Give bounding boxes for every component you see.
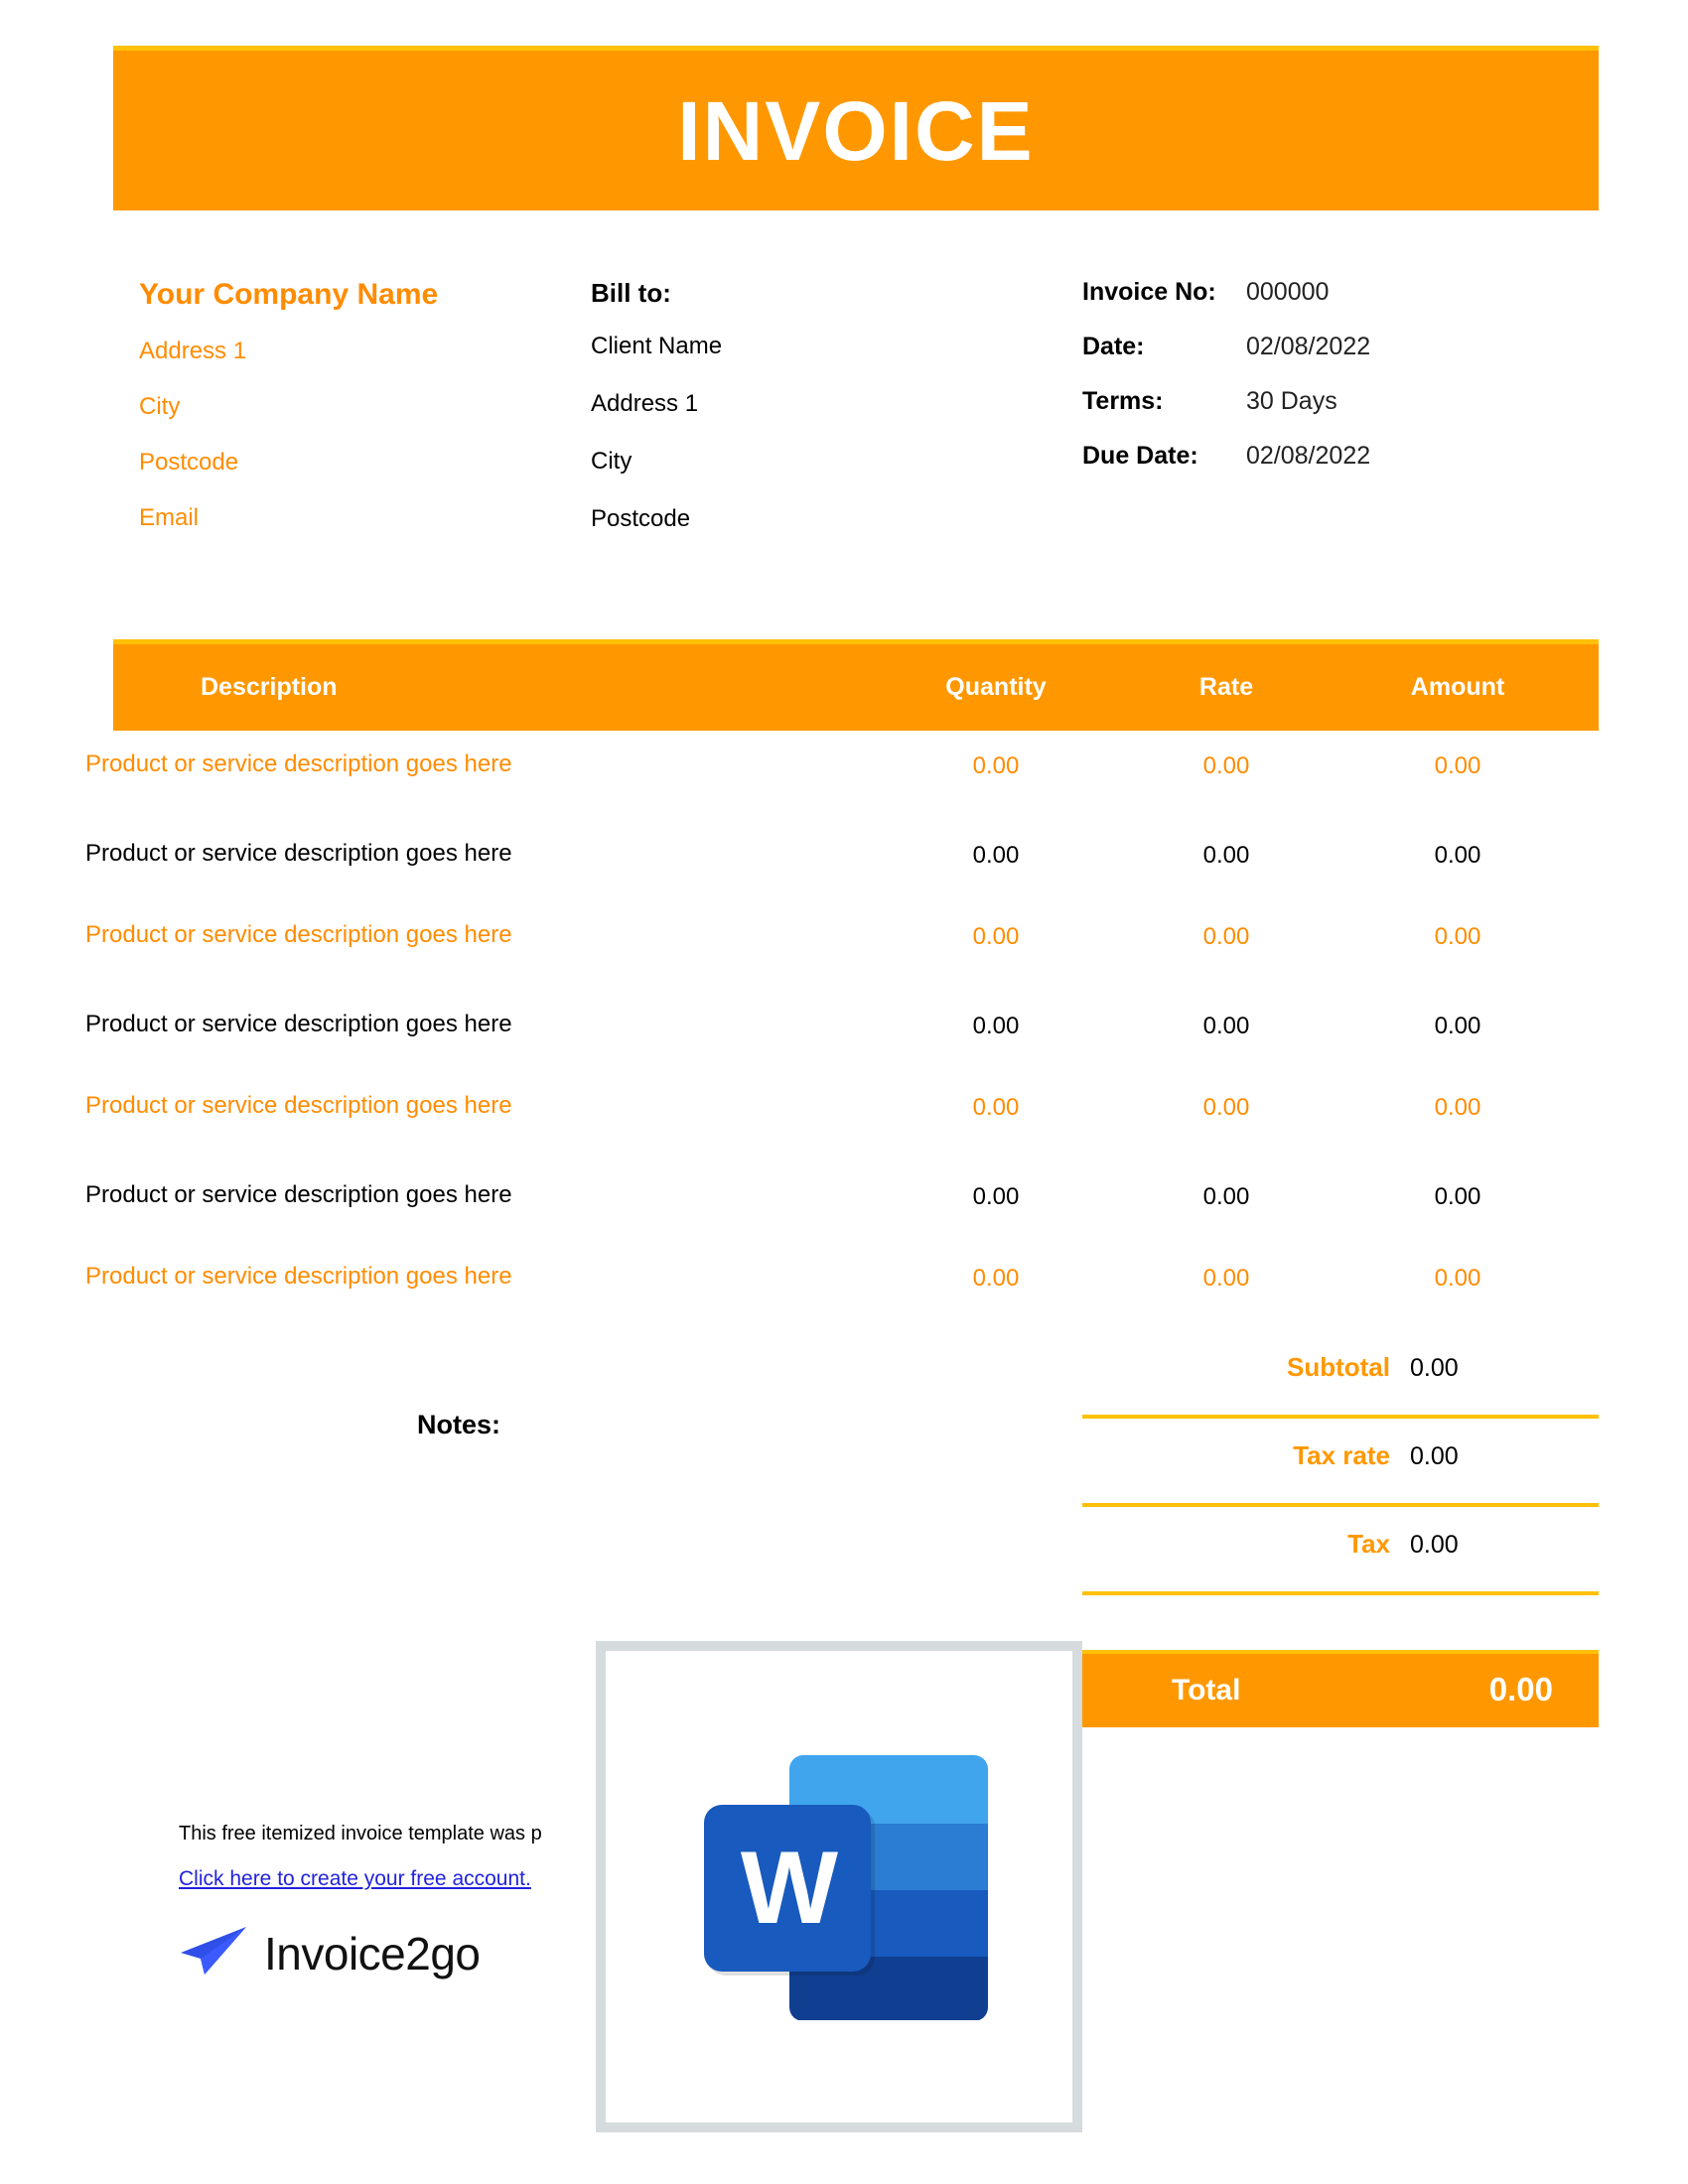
- word-document-overlay-card[interactable]: W: [596, 1641, 1082, 2132]
- cell-quantity: 0.00: [972, 1094, 1020, 1121]
- paper-plane-icon: [179, 1925, 250, 1981]
- cell-description: Product or service description goes here: [85, 840, 512, 867]
- footer-text: This free itemized invoice template was …: [179, 1823, 542, 1844]
- totals-row-tax: Tax 0.00: [1082, 1507, 1599, 1595]
- tax-rate-value: 0.00: [1410, 1442, 1459, 1470]
- company-address-1: Address 1: [139, 338, 247, 364]
- due-date-label: Due Date:: [1082, 442, 1198, 470]
- column-header-description: Description: [201, 673, 338, 701]
- cell-amount: 0.00: [1434, 1183, 1481, 1210]
- due-date-value: 02/08/2022: [1246, 442, 1371, 470]
- table-row: Product or service description goes here…: [85, 816, 1599, 901]
- tax-rate-label: Tax rate: [1293, 1440, 1390, 1470]
- word-letter: W: [740, 1830, 838, 1946]
- cell-rate: 0.00: [1202, 1183, 1250, 1210]
- meta-row-invoice-no: Invoice No: 000000: [1082, 278, 1599, 307]
- client-postcode: Postcode: [591, 505, 691, 532]
- company-block: Your Company Name Address 1 City Postcod…: [139, 278, 556, 560]
- table-header-row: Description Quantity Rate Amount: [113, 639, 1599, 731]
- cell-rate: 0.00: [1202, 842, 1250, 869]
- table-row: Product or service description goes here…: [85, 1072, 1599, 1158]
- date-label: Date:: [1082, 333, 1145, 360]
- table-row: Product or service description goes here…: [85, 901, 1599, 987]
- invoice-page: INVOICE Your Company Name Address 1 City…: [0, 0, 1688, 2184]
- invoice-no-label: Invoice No:: [1082, 278, 1216, 306]
- divider: [1082, 1591, 1599, 1595]
- table-row: Product or service description goes here…: [85, 1243, 1599, 1328]
- column-header-quantity: Quantity: [945, 673, 1047, 701]
- cell-rate: 0.00: [1202, 752, 1250, 779]
- table-body: Product or service description goes here…: [85, 731, 1599, 1328]
- cell-quantity: 0.00: [972, 1183, 1020, 1210]
- cell-description: Product or service description goes here: [85, 1092, 512, 1119]
- bill-to-title: Bill to:: [591, 278, 671, 308]
- notes-label: Notes:: [417, 1410, 501, 1439]
- invoice-no-value: 000000: [1246, 278, 1330, 306]
- meta-row-due-date: Due Date: 02/08/2022: [1082, 442, 1599, 471]
- company-city: City: [139, 393, 181, 420]
- cell-amount: 0.00: [1434, 923, 1481, 950]
- cell-quantity: 0.00: [972, 842, 1020, 869]
- terms-label: Terms:: [1082, 387, 1164, 415]
- microsoft-word-icon: W: [690, 1723, 988, 2051]
- cell-quantity: 0.00: [972, 1013, 1020, 1039]
- cell-description: Product or service description goes here: [85, 1011, 512, 1037]
- brand-wordmark: Invoice2go: [264, 1927, 481, 1979]
- cell-quantity: 0.00: [972, 752, 1020, 779]
- cell-amount: 0.00: [1434, 1265, 1481, 1292]
- meta-row-terms: Terms: 30 Days: [1082, 387, 1599, 416]
- column-header-rate: Rate: [1198, 673, 1254, 701]
- cell-description: Product or service description goes here: [85, 751, 512, 777]
- cell-amount: 0.00: [1434, 1013, 1481, 1039]
- cell-quantity: 0.00: [972, 923, 1020, 950]
- bill-to-block: Bill to: Client Name Address 1 City Post…: [591, 278, 968, 563]
- totals-section: Subtotal 0.00 Tax rate 0.00 Tax 0.00: [1082, 1330, 1599, 1595]
- table-row: Product or service description goes here…: [85, 1158, 1599, 1243]
- table-row: Product or service description goes here…: [85, 731, 1599, 816]
- date-value: 02/08/2022: [1246, 333, 1371, 360]
- totals-row-subtotal: Subtotal 0.00: [1082, 1330, 1599, 1419]
- cell-rate: 0.00: [1202, 1094, 1250, 1121]
- subtotal-label: Subtotal: [1287, 1352, 1390, 1382]
- client-city: City: [591, 448, 633, 475]
- cell-description: Product or service description goes here: [85, 1263, 512, 1290]
- cell-amount: 0.00: [1434, 752, 1481, 779]
- meta-row-date: Date: 02/08/2022: [1082, 333, 1599, 361]
- line-items-table: Description Quantity Rate Amount Product…: [85, 639, 1599, 1328]
- invoice-meta-block: Invoice No: 000000 Date: 02/08/2022 Term…: [1082, 278, 1599, 496]
- totals-row-tax-rate: Tax rate 0.00: [1082, 1419, 1599, 1507]
- word-letter-tile: W: [704, 1804, 871, 1972]
- cell-rate: 0.00: [1202, 923, 1250, 950]
- client-address-1: Address 1: [591, 390, 699, 417]
- cell-rate: 0.00: [1202, 1265, 1250, 1292]
- cell-rate: 0.00: [1202, 1013, 1250, 1039]
- cell-amount: 0.00: [1434, 1094, 1481, 1121]
- invoice-info-section: Your Company Name Address 1 City Postcod…: [0, 258, 1688, 546]
- invoice-header-banner: INVOICE: [113, 46, 1599, 210]
- cell-amount: 0.00: [1434, 842, 1481, 869]
- tax-label: Tax: [1347, 1529, 1390, 1559]
- total-bar: Total 0.00: [1082, 1650, 1599, 1727]
- tax-value: 0.00: [1410, 1531, 1459, 1559]
- create-account-link[interactable]: Click here to create your free account.: [179, 1867, 531, 1891]
- total-value: 0.00: [1488, 1671, 1553, 1707]
- total-label: Total: [1172, 1674, 1241, 1706]
- cell-description: Product or service description goes here: [85, 921, 512, 948]
- company-postcode: Postcode: [139, 449, 239, 476]
- company-email: Email: [139, 504, 200, 531]
- subtotal-value: 0.00: [1410, 1354, 1459, 1382]
- column-header-amount: Amount: [1410, 673, 1505, 701]
- terms-value: 30 Days: [1246, 387, 1337, 415]
- cell-description: Product or service description goes here: [85, 1181, 512, 1208]
- table-row: Product or service description goes here…: [85, 987, 1599, 1072]
- page-title: INVOICE: [677, 83, 1035, 178]
- cell-quantity: 0.00: [972, 1265, 1020, 1292]
- company-name: Your Company Name: [139, 278, 439, 311]
- client-name: Client Name: [591, 333, 723, 359]
